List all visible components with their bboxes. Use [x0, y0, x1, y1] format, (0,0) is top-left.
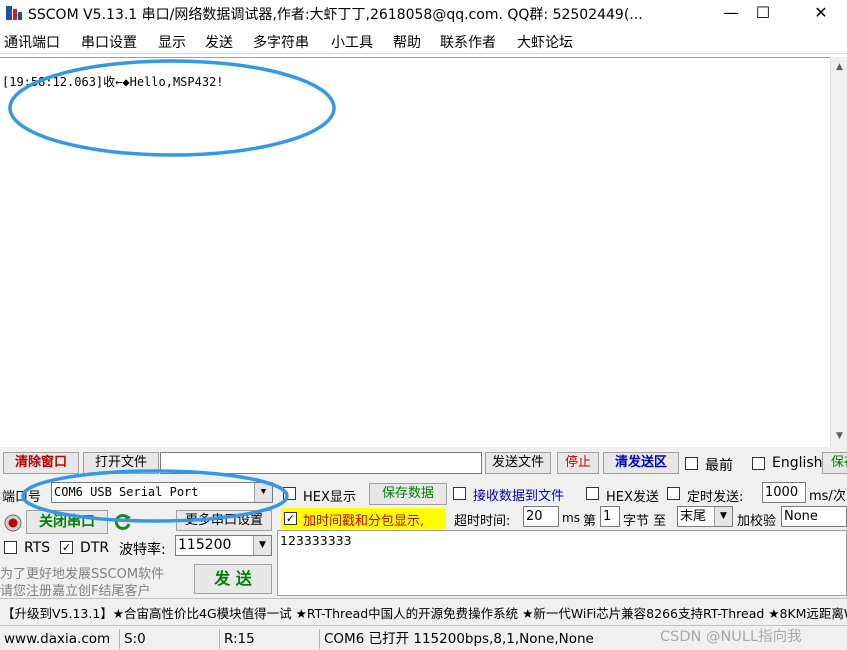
record-icon: [4, 514, 22, 532]
port-label: 端口号: [2, 490, 42, 505]
hex-send-label: HEX发送: [606, 490, 659, 505]
timeout-unit: ms: [562, 511, 580, 525]
checksum-select[interactable]: None: [781, 506, 847, 527]
hex-display-label: HEX显示: [303, 490, 356, 505]
menu-serial-settings[interactable]: 串口设置: [81, 32, 137, 52]
timeout-input[interactable]: 20: [523, 506, 559, 527]
receive-area[interactable]: [19:58:12.063]收←◆Hello,MSP432!: [0, 57, 830, 447]
timestamp-checkbox[interactable]: ✓: [284, 512, 297, 525]
topmost-checkbox[interactable]: [685, 457, 698, 470]
close-port-button[interactable]: 关闭串口: [26, 510, 108, 534]
timeout-label: 超时时间:: [454, 514, 511, 529]
english-checkbox[interactable]: [752, 457, 765, 470]
close-button[interactable]: ✕: [798, 0, 844, 26]
menu-forum[interactable]: 大虾论坛: [517, 32, 573, 52]
baud-select-value: 115200: [178, 537, 232, 553]
timed-send-interval-input[interactable]: 1000: [762, 482, 806, 503]
receive-scrollbar[interactable]: ▲ ▼: [830, 57, 847, 447]
topmost-label: 最前: [705, 458, 733, 474]
port-select-value: COM6 USB Serial Port: [54, 485, 199, 499]
byte-suffix-label: 字节 至: [623, 514, 667, 529]
file-path-input[interactable]: [160, 452, 482, 474]
promo-text-line2: 请您注册嘉立创F结尾客户: [0, 584, 151, 599]
menu-contact-author[interactable]: 联系作者: [440, 32, 496, 52]
menu-display[interactable]: 显示: [158, 32, 186, 52]
menu-comm-port[interactable]: 通讯端口: [4, 32, 60, 52]
csdn-watermark: CSDN @NULL指向我: [660, 629, 802, 645]
byte-prefix-label: 第: [583, 514, 597, 529]
end-select-value: 末尾: [680, 509, 707, 524]
send-text-content: 123333333: [280, 533, 352, 548]
received-line: [19:58:12.063]收←◆Hello,MSP432!: [2, 75, 224, 89]
status-bar: www.daxia.com S:0 R:15 COM6 已打开 115200bp…: [0, 625, 847, 650]
clear-send-area-button[interactable]: 清发送区: [603, 452, 679, 474]
chevron-down-icon[interactable]: ▼: [254, 483, 272, 502]
open-file-button[interactable]: 打开文件: [83, 452, 159, 474]
end-select[interactable]: 末尾 ▼: [677, 506, 733, 527]
promo-ticker-text: 【升级到V5.13.1】★合宙高性价比4G模块值得一试 ★RT-Thread中国…: [2, 606, 847, 621]
title-bar: SSCOM V5.13.1 串口/网络数据调试器,作者:大虾丁丁,2618058…: [0, 0, 847, 26]
chevron-down-icon[interactable]: ▼: [714, 507, 732, 526]
save-data-button[interactable]: 保存数据: [369, 483, 447, 505]
hex-send-checkbox[interactable]: [586, 487, 599, 500]
window-title: SSCOM V5.13.1 串口/网络数据调试器,作者:大虾丁丁,2618058…: [28, 7, 643, 23]
status-port-state: COM6 已打开 115200bps,8,1,None,None: [319, 629, 594, 649]
send-text-area[interactable]: 123333333: [277, 530, 847, 596]
scroll-down-icon[interactable]: ▼: [831, 428, 847, 445]
hex-display-checkbox[interactable]: [283, 487, 296, 500]
scroll-up-icon[interactable]: ▲: [831, 59, 847, 76]
save-params-button[interactable]: 保存参数: [822, 452, 847, 474]
menu-multi-string[interactable]: 多字符串: [253, 32, 309, 52]
timed-send-label: 定时发送:: [687, 490, 744, 505]
rts-checkbox[interactable]: [4, 541, 17, 554]
recv-to-file-label: 接收数据到文件: [473, 489, 565, 504]
maximize-button[interactable]: ☐: [740, 0, 786, 26]
timestamp-label: 加时间戳和分包显示,: [303, 514, 425, 529]
menu-help[interactable]: 帮助: [393, 32, 421, 52]
chevron-down-icon[interactable]: ▼: [253, 536, 271, 555]
status-sent-count: S:0: [119, 629, 146, 649]
more-serial-settings-button[interactable]: 更多串口设置: [176, 510, 272, 531]
send-file-button[interactable]: 发送文件: [485, 452, 551, 474]
checksum-label: 加校验: [737, 514, 777, 529]
menu-tools[interactable]: 小工具: [331, 32, 373, 52]
stop-button[interactable]: 停止: [557, 452, 599, 474]
timed-send-unit: ms/次: [809, 489, 846, 504]
baud-label: 波特率:: [119, 542, 166, 558]
byte-index-input[interactable]: 1: [600, 506, 620, 527]
promo-ticker: 【升级到V5.13.1】★合宙高性价比4G模块值得一试 ★RT-Thread中国…: [0, 598, 847, 622]
baud-select[interactable]: 115200 ▼: [175, 535, 272, 556]
rts-label: RTS: [24, 540, 51, 556]
recv-to-file-checkbox[interactable]: [453, 487, 466, 500]
app-icon: [4, 3, 24, 23]
dtr-label: DTR: [80, 540, 110, 556]
status-website[interactable]: www.daxia.com: [0, 629, 110, 649]
menu-bar: 通讯端口 串口设置 显示 发送 多字符串 小工具 帮助 联系作者 大虾论坛: [0, 28, 847, 54]
timed-send-checkbox[interactable]: [667, 487, 680, 500]
dtr-checkbox[interactable]: ✓: [60, 541, 73, 554]
english-label: English: [772, 455, 823, 471]
send-button[interactable]: 发 送: [194, 564, 272, 594]
menu-send[interactable]: 发送: [205, 32, 233, 52]
clear-window-button[interactable]: 清除窗口: [3, 452, 79, 474]
status-received-count: R:15: [219, 629, 255, 649]
port-select[interactable]: COM6 USB Serial Port ▼: [51, 482, 273, 503]
refresh-icon[interactable]: [113, 512, 133, 532]
